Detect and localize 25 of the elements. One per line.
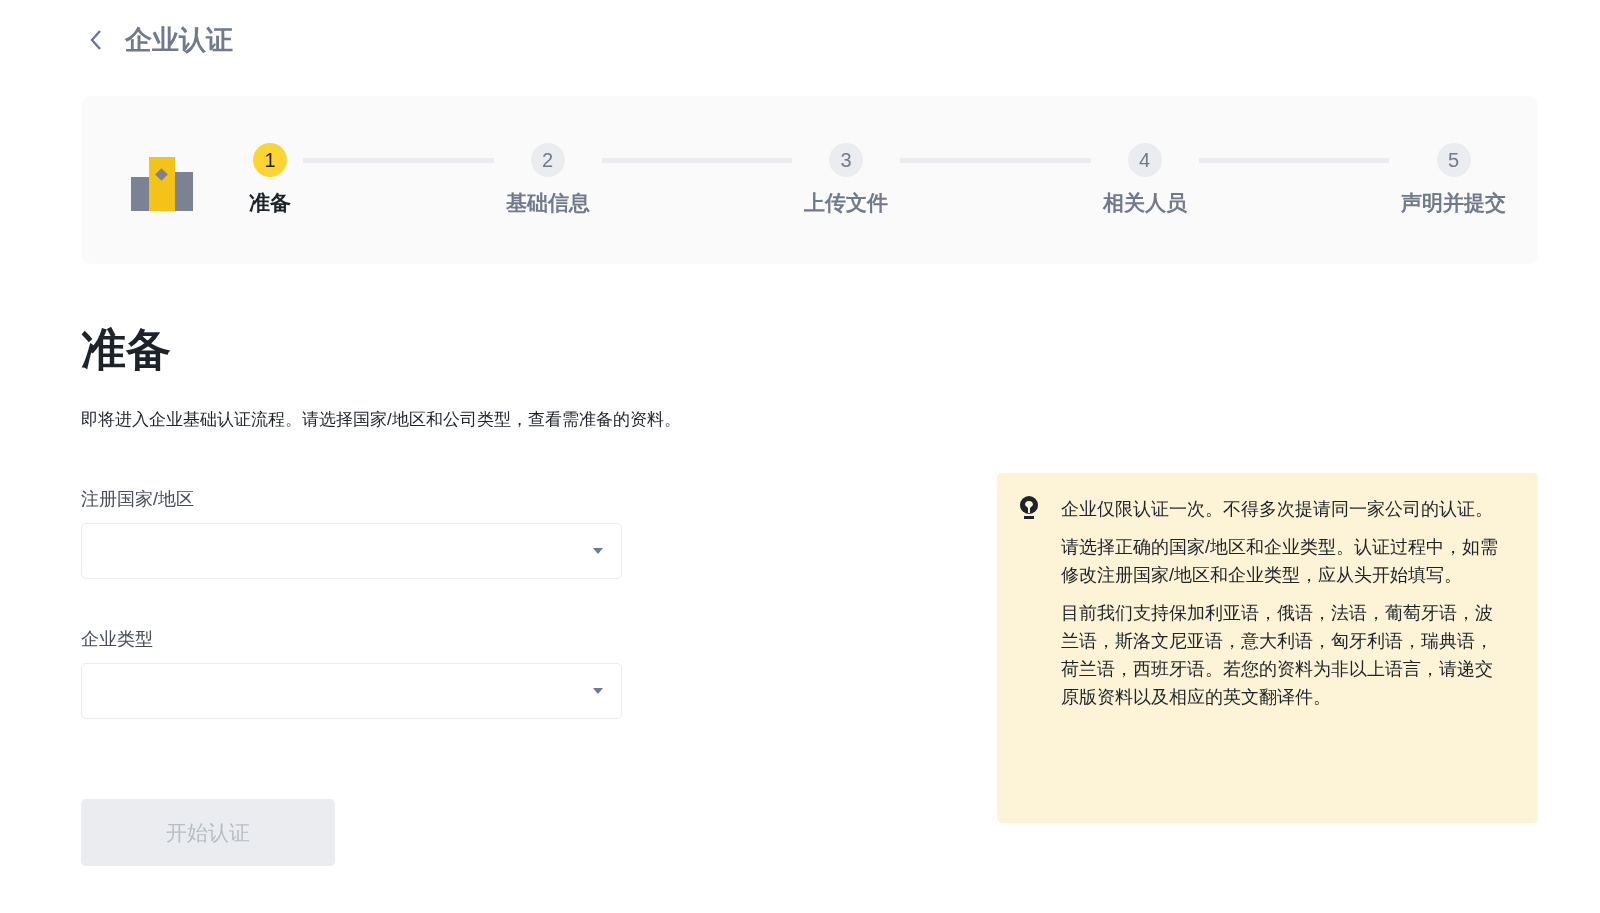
caret-icon: [593, 548, 603, 554]
tip-paragraph: 请选择正确的国家/地区和企业类型。认证过程中，如需修改注册国家/地区和企业类型，应从头开始填写。: [1061, 536, 1499, 587]
step-label: 相关人员: [1102, 190, 1187, 216]
step-label: 上传文件: [804, 190, 888, 216]
tip-paragraph: 企业仅限认证一次。不得多次提请同一家公司的认证。: [1061, 498, 1494, 521]
section-title: 准备: [81, 323, 172, 377]
field-label: 注册国家/地区: [81, 488, 195, 511]
step-number: 5: [1436, 143, 1471, 177]
page-title: 企业认证: [125, 24, 233, 57]
step-number: 1: [253, 143, 287, 177]
tip-paragraph: 目前我们支持保加利亚语，俄语，法语，葡萄牙语，波兰语，斯洛文尼亚语，意大利语，匈牙利语，瑞典语，荷兰语，西班牙语。若您的资料为非以上语言，请递交原版资料以及相应的英文翻译件。: [1061, 602, 1494, 709]
section-description: 即将进入企业基础认证流程。请选择国家/地区和公司类型，查看需准备的资料。: [81, 409, 682, 431]
step-label: 声明并提交: [1401, 190, 1506, 216]
step-label: 基础信息: [505, 190, 590, 216]
back-icon[interactable]: [89, 28, 103, 52]
caret-icon: [593, 688, 603, 694]
step-number: 4: [1127, 143, 1162, 177]
dropdown-field[interactable]: [81, 663, 622, 719]
lightbulb-icon: [1019, 495, 1039, 521]
step-number: 3: [829, 143, 863, 177]
step-label: 准备: [249, 190, 291, 216]
field-label: 企业类型: [81, 628, 154, 651]
step-number: 2: [530, 143, 565, 177]
dropdown-field[interactable]: [81, 523, 622, 579]
building-icon: [131, 157, 193, 211]
